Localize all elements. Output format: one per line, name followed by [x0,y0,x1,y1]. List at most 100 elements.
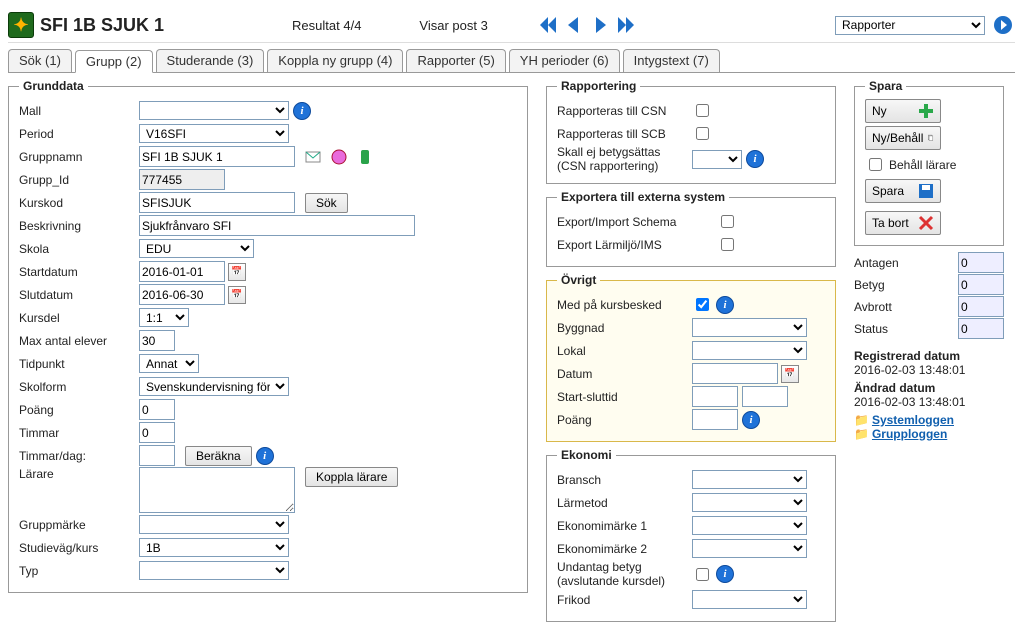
slutdatum-input[interactable] [139,284,225,305]
kursbesked-checkbox[interactable] [696,298,709,311]
reports-select[interactable]: Rapporter [835,16,985,35]
ny-button[interactable]: Ny [865,99,941,123]
maxantal-input[interactable] [139,330,175,351]
mall-select[interactable] [139,101,289,120]
tidpunkt-select[interactable]: Annat [139,354,199,373]
schema-label: Export/Import Schema [557,215,717,229]
em2-select[interactable] [692,539,807,558]
startdatum-input[interactable] [139,261,225,282]
undantag-checkbox[interactable] [696,568,709,581]
avbrott-value [958,296,1004,317]
systemloggen-link[interactable]: Systemloggen [872,413,954,427]
tab-intygstext[interactable]: Intygstext (7) [623,49,720,72]
betyg-value [958,274,1004,295]
tab-studerande[interactable]: Studerande (3) [156,49,265,72]
calendar-icon[interactable]: 📅 [228,286,246,304]
starttid-input[interactable] [692,386,738,407]
next-button[interactable] [588,13,612,37]
spara-button[interactable]: Spara [865,179,941,203]
info-icon[interactable]: i [742,411,760,429]
phone-icon[interactable] [357,149,373,165]
gruppnamn-label: Gruppnamn [19,150,139,164]
tab-rapporter[interactable]: Rapporter (5) [406,49,505,72]
bransch-select[interactable] [692,470,807,489]
skolform-label: Skolform [19,380,139,394]
antagen-value [958,252,1004,273]
prev-button[interactable] [562,13,586,37]
ekonomi-fieldset: Ekonomi Bransch Lärmetod Ekonomimärke 1 … [546,448,836,622]
calendar-icon[interactable]: 📅 [228,263,246,281]
tabort-button[interactable]: Ta bort [865,211,941,235]
larmetod-label: Lärmetod [557,496,692,510]
palette-icon[interactable] [331,149,347,165]
tab-grupp[interactable]: Grupp (2) [75,50,153,73]
byggnad-label: Byggnad [557,321,692,335]
ovrigt-poang-input[interactable] [692,409,738,430]
sok-button[interactable]: Sök [305,193,348,213]
gruppmarke-label: Gruppmärke [19,518,139,532]
sluttid-input[interactable] [742,386,788,407]
info-icon[interactable]: i [256,447,274,465]
last-button[interactable] [614,13,638,37]
berakna-button[interactable]: Beräkna [185,446,252,466]
larmetod-select[interactable] [692,493,807,512]
startslut-label: Start-sluttid [557,390,692,404]
info-icon[interactable]: i [746,150,764,168]
skolform-select[interactable]: Svenskundervisning för in [139,377,289,396]
datum-input[interactable] [692,363,778,384]
kursdel-select[interactable]: 1:1 [139,308,189,327]
tab-yh-perioder[interactable]: YH perioder (6) [509,49,620,72]
period-select[interactable]: V16SFI [139,124,289,143]
poang-input[interactable] [139,399,175,420]
spara-legend: Spara [865,79,906,93]
scb-checkbox[interactable] [696,127,709,140]
tidpunkt-label: Tidpunkt [19,357,139,371]
byggnad-select[interactable] [692,318,807,337]
reg-title: Registrerad datum [854,349,1004,363]
typ-select[interactable] [139,561,289,580]
gruppnamn-input[interactable] [139,146,295,167]
save-icon [918,183,934,199]
betyg-label: Skall ej betygsättas(CSN rapportering) [557,145,692,173]
maxantal-label: Max antal elever [19,334,139,348]
schema-checkbox[interactable] [721,215,734,228]
go-button[interactable] [991,13,1015,37]
koppla-larare-button[interactable]: Koppla lärare [305,467,398,487]
skola-select[interactable]: EDU [139,239,254,258]
info-icon[interactable]: i [716,296,734,314]
em1-label: Ekonomimärke 1 [557,519,692,533]
gruppmarke-select[interactable] [139,515,289,534]
tab-koppla-ny-grupp[interactable]: Koppla ny grupp (4) [267,49,403,72]
timmar-label: Timmar [19,426,139,440]
ny-behall-button[interactable]: Ny/Behåll [865,126,941,150]
mall-label: Mall [19,104,139,118]
info-icon[interactable]: i [293,102,311,120]
behall-larare-checkbox[interactable] [869,158,882,171]
beskrivning-input[interactable] [139,215,415,236]
kurskod-input[interactable] [139,192,295,213]
rapportering-fieldset: Rapportering Rapporteras till CSN Rappor… [546,79,836,184]
mail-icon[interactable] [305,149,321,165]
tab-sok[interactable]: Sök (1) [8,49,72,72]
slutdatum-label: Slutdatum [19,288,139,302]
em1-select[interactable] [692,516,807,535]
studievag-select[interactable]: 1B [139,538,289,557]
page-title: ✦ SFI 1B SJUK 1 [8,12,164,38]
info-icon[interactable]: i [716,565,734,583]
gruppid-input [139,169,225,190]
timmar-input[interactable] [139,422,175,443]
frikod-select[interactable] [692,590,807,609]
typ-label: Typ [19,564,139,578]
csn-checkbox[interactable] [696,104,709,117]
lokal-select[interactable] [692,341,807,360]
larare-textarea[interactable] [139,467,295,513]
calendar-icon[interactable]: 📅 [781,365,799,383]
timmardag-input[interactable] [139,445,175,466]
larmiljo-checkbox[interactable] [721,238,734,251]
first-button[interactable] [536,13,560,37]
folder-icon: 📁 [854,413,869,427]
kurskod-label: Kurskod [19,196,139,210]
grupploggen-link[interactable]: Grupploggen [872,427,947,441]
betyg-select[interactable] [692,150,742,169]
mod-title: Ändrad datum [854,381,1004,395]
